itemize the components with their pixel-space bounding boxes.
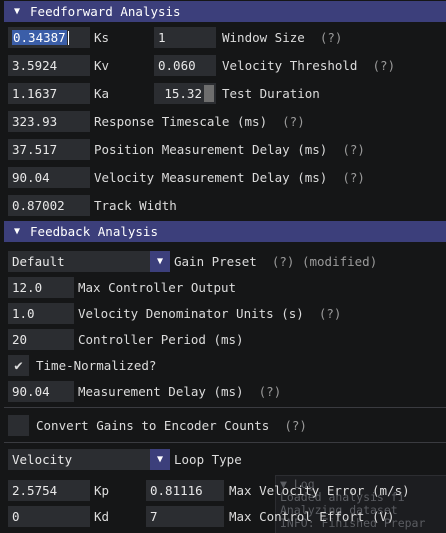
vel-denominator-help[interactable]: (?) [319,306,342,321]
position-delay-help[interactable]: (?) [342,142,365,157]
convert-gains-label: Convert Gains to Encoder Counts [36,418,270,433]
kv-field[interactable]: 3.5924 [8,55,90,76]
collapse-arrow-icon: ▼ [14,226,21,237]
velocity-delay-help[interactable]: (?) [342,170,365,185]
controller-period-field[interactable]: 20 [8,329,74,350]
window-size-row-label: Window Size (?) [222,27,342,48]
ka-value: 1.1637 [12,86,58,101]
velocity-delay-row-label: Velocity Measurement Delay (ms) (?) [94,167,365,188]
convert-gains-help[interactable]: (?) [284,418,307,433]
position-delay-row-label: Position Measurement Delay (ms) (?) [94,139,365,160]
max-control-effort-label: Max Control Effort (V) [229,509,395,524]
window-size-field[interactable]: 1 [154,27,216,48]
test-duration-value: 15.32 [164,86,202,101]
measurement-delay-row-label: Measurement Delay (ms) (?) [78,381,281,402]
convert-gains-row-label: Convert Gains to Encoder Counts (?) [36,415,307,436]
max-velocity-error-field[interactable]: 0.81116 [146,480,224,501]
checkmark-icon: ✔ [14,357,23,374]
modified-label: (modified) [301,254,378,269]
kv-label: Kv [94,58,110,73]
velocity-threshold-field[interactable]: 0.060 [154,55,216,76]
time-normalized-checkbox[interactable]: ✔ [8,355,29,376]
kd-value: 0 [12,509,20,524]
feedback-analysis-title: Feedback Analysis [30,224,158,239]
velocity-delay-label: Velocity Measurement Delay (ms) [94,170,328,185]
kv-value: 3.5924 [12,58,58,73]
kp-field[interactable]: 2.5754 [8,480,90,501]
collapse-arrow-icon: ▼ [14,6,21,17]
vel-denominator-row-label: Velocity Denominator Units (s) (?) [78,303,341,324]
convert-gains-checkbox[interactable] [8,415,29,436]
max-control-effort-field[interactable]: 7 [146,506,224,527]
window-size-help[interactable]: (?) [320,30,343,45]
velocity-delay-value: 90.04 [12,170,50,185]
loop-type-label: Loop Type [174,452,242,467]
vel-denominator-label: Velocity Denominator Units (s) [78,306,304,321]
max-output-value: 12.0 [12,280,43,295]
vel-denominator-field[interactable]: 1.0 [8,303,74,324]
max-velocity-error-label: Max Velocity Error (m/s) [229,483,410,498]
kd-label: Kd [94,509,110,524]
kp-value: 2.5754 [12,483,58,498]
measurement-delay-label: Measurement Delay (ms) [78,384,244,399]
velocity-delay-field[interactable]: 90.04 [8,167,90,188]
slider-grab-handle[interactable] [204,85,214,102]
feedforward-analysis-title: Feedforward Analysis [30,4,181,19]
velocity-threshold-help[interactable]: (?) [373,58,396,73]
response-timescale-help[interactable]: (?) [282,114,305,129]
feedforward-analysis-header[interactable]: ▼ Feedforward Analysis [4,1,446,22]
measurement-delay-help[interactable]: (?) [259,384,282,399]
track-width-value: 0.87002 [12,198,65,213]
section-separator [4,407,446,408]
response-timescale-row-label: Response Timescale (ms) (?) [94,111,305,132]
gain-preset-help[interactable]: (?) [272,254,295,269]
gain-preset-label: Gain Preset [174,254,257,269]
position-delay-label: Position Measurement Delay (ms) [94,142,328,157]
feedback-analysis-header[interactable]: ▼ Feedback Analysis [4,221,446,242]
max-output-field[interactable]: 12.0 [8,277,74,298]
response-timescale-label: Response Timescale (ms) [94,114,268,129]
track-width-field[interactable]: 0.87002 [8,195,90,216]
test-duration-label: Test Duration [222,86,320,101]
ks-value: 0.34387 [12,30,67,45]
kd-field[interactable]: 0 [8,506,90,527]
vel-denominator-value: 1.0 [12,306,35,321]
time-normalized-label: Time-Normalized? [36,358,157,373]
gain-preset-value: Default [12,254,65,269]
section-separator [4,442,446,443]
velocity-threshold-label: Velocity Threshold [222,58,358,73]
position-delay-field[interactable]: 37.517 [8,139,90,160]
velocity-threshold-value: 0.060 [158,58,196,73]
loop-type-value: Velocity [12,452,73,467]
max-output-label: Max Controller Output [78,280,237,295]
velocity-threshold-row-label: Velocity Threshold (?) [222,55,395,76]
ka-field[interactable]: 1.1637 [8,83,90,104]
track-width-label: Track Width [94,198,177,213]
gain-preset-dropdown-icon[interactable]: ▼ [150,251,170,272]
gain-preset-combo[interactable]: Default [8,251,150,272]
kp-label: Kp [94,483,110,498]
window-size-label: Window Size [222,30,305,45]
max-velocity-error-value: 0.81116 [150,483,203,498]
ks-field[interactable]: 0.34387 [8,27,90,48]
text-cursor [67,30,69,45]
controller-period-value: 20 [12,332,28,347]
loop-type-combo[interactable]: Velocity [8,449,150,470]
measurement-delay-value: 90.04 [12,384,50,399]
controller-period-label: Controller Period (ms) [78,332,244,347]
gain-preset-row-label: Gain Preset (?) (modified) [174,251,377,272]
position-delay-value: 37.517 [12,142,58,157]
ka-label: Ka [94,86,110,101]
ks-label: Ks [94,30,110,45]
response-timescale-field[interactable]: 323.93 [8,111,90,132]
response-timescale-value: 323.93 [12,114,58,129]
window-size-value: 1 [158,30,166,45]
loop-type-dropdown-icon[interactable]: ▼ [150,449,170,470]
measurement-delay-field[interactable]: 90.04 [8,381,74,402]
max-control-effort-value: 7 [150,509,158,524]
